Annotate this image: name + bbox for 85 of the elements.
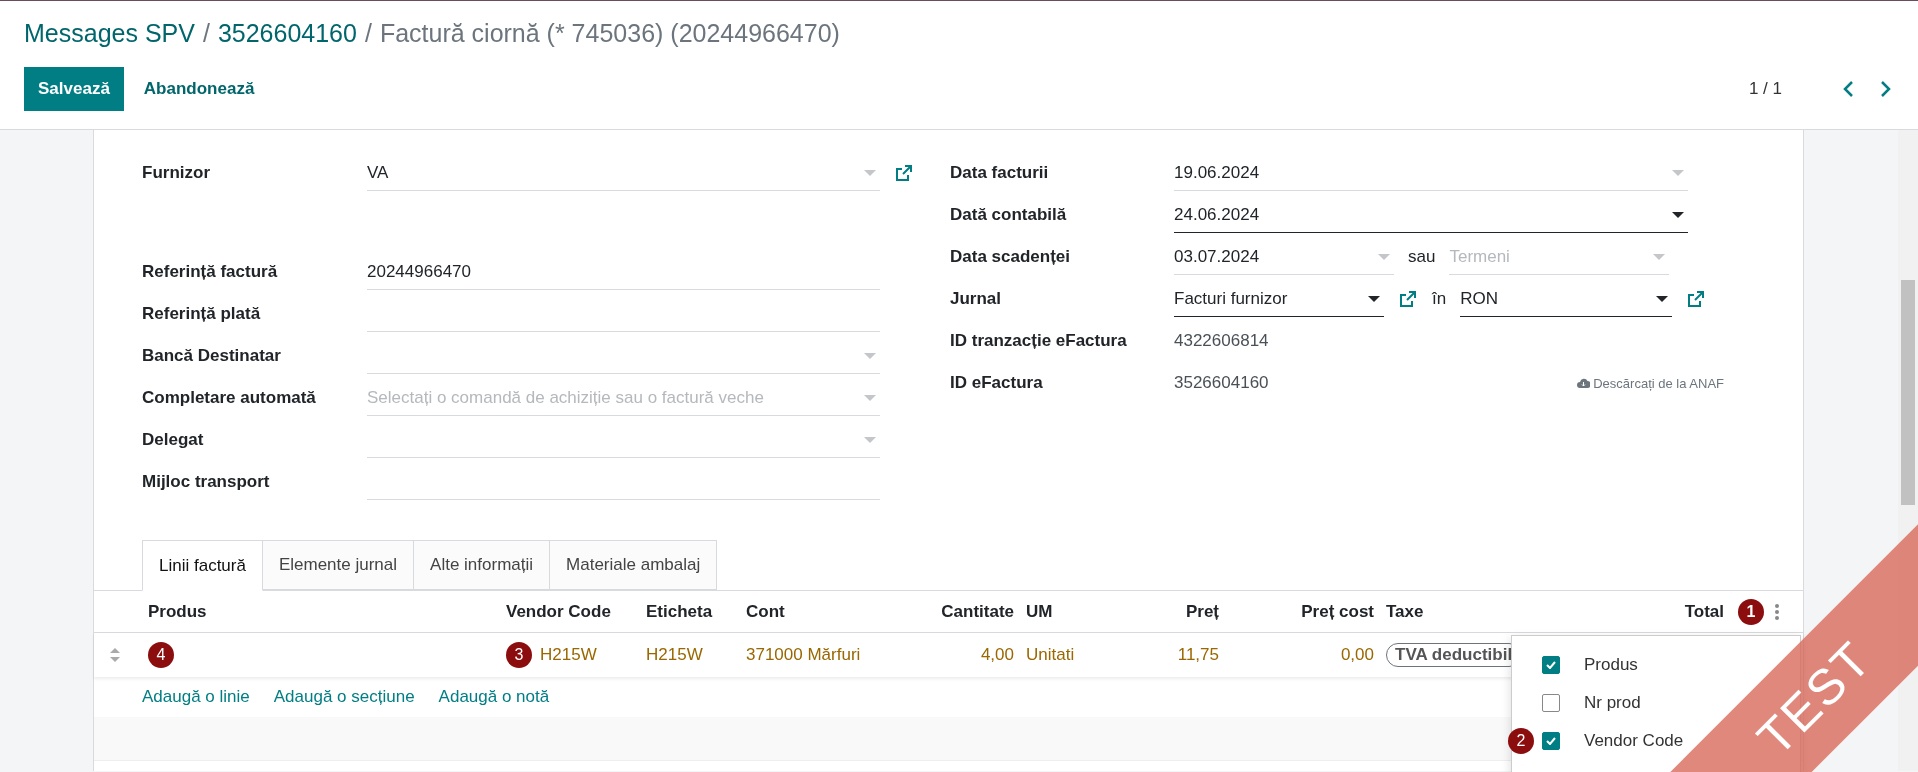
column-header[interactable]: Vendor Code xyxy=(500,601,640,622)
date-field[interactable]: 24.06.2024 xyxy=(1174,197,1688,233)
table-cell: 4,00 xyxy=(980,645,1014,665)
add-line-link[interactable]: Adaugă o notă xyxy=(438,687,550,707)
field-value: 4322606814 xyxy=(1174,331,1269,351)
discard-button[interactable]: Abandonează xyxy=(123,79,275,99)
checkbox[interactable] xyxy=(1542,694,1560,712)
external-link-icon[interactable] xyxy=(894,163,914,183)
dropdown-field[interactable]: VA xyxy=(367,155,880,191)
joiner-text: sau xyxy=(1408,247,1436,267)
save-button[interactable]: Salvează xyxy=(24,67,124,111)
caret-icon xyxy=(1368,294,1380,303)
checkbox[interactable] xyxy=(1542,656,1560,674)
field-label: Data facturii xyxy=(950,163,1050,183)
breadcrumb-separator: / xyxy=(202,19,210,48)
column-header[interactable]: Taxe xyxy=(1380,601,1590,622)
field-label: Delegat xyxy=(142,430,205,450)
external-link-icon[interactable] xyxy=(1686,289,1707,309)
caret-icon xyxy=(864,435,876,444)
column-header[interactable]: UM xyxy=(1020,601,1140,622)
table-cell: 11,75 xyxy=(1177,645,1219,665)
table-cell: Unitati xyxy=(1026,645,1075,665)
field-label: Bancă Destinatar xyxy=(142,346,282,366)
field-label: Dată contabilă xyxy=(950,205,1068,225)
breadcrumb-link[interactable]: Messages SPV xyxy=(24,19,195,48)
column-header[interactable]: Preț xyxy=(1140,601,1225,622)
more-options-icon[interactable] xyxy=(1774,602,1780,621)
caret-icon xyxy=(864,168,876,177)
column-header[interactable]: Cont xyxy=(740,601,900,622)
field-label: Referință plată xyxy=(142,304,262,324)
column-header[interactable]: Eticheta xyxy=(640,601,740,622)
menu-item-label[interactable]: Nr prod xyxy=(1584,693,1641,713)
field-label: Mijloc transport xyxy=(142,472,271,492)
input-field[interactable]: 20244966470 xyxy=(367,254,880,290)
checkmark-icon xyxy=(1546,661,1556,669)
page-title: Factură ciornă (* 745036) (20244966470) xyxy=(379,19,840,48)
table-cell: 371000 Mărfuri xyxy=(746,645,861,665)
joiner-text: în xyxy=(1432,289,1447,309)
cloud-download-icon xyxy=(1577,377,1591,389)
callout-badge: 1 xyxy=(1738,598,1764,625)
caret-icon xyxy=(1378,252,1390,261)
menu-item-label[interactable]: Produs xyxy=(1584,655,1638,675)
checkmark-icon xyxy=(1546,737,1556,745)
caret-icon xyxy=(1653,252,1666,261)
tab[interactable]: Materiale ambalaj xyxy=(549,540,718,590)
add-line-link[interactable]: Adaugă o linie xyxy=(142,687,250,707)
caret-icon xyxy=(1672,210,1684,219)
field-label: Furnizor xyxy=(142,163,211,183)
field-label: Completare automată xyxy=(142,388,317,408)
field-label: Referință factură xyxy=(142,262,279,282)
breadcrumb-link[interactable]: 3526604160 xyxy=(217,19,357,48)
caret-icon xyxy=(864,393,876,402)
caret-icon xyxy=(864,351,876,360)
table-cell: 0,00 xyxy=(1340,645,1374,665)
dropdown-field[interactable]: RON xyxy=(1460,281,1673,317)
tab[interactable]: Linii factură xyxy=(142,540,263,591)
download-link[interactable]: Descărcați de la ANAF xyxy=(1577,375,1724,391)
dropdown-field[interactable]: Facturi furnizor xyxy=(1174,281,1384,317)
callout-badge: 4 xyxy=(148,642,174,668)
table-cell: H215W xyxy=(540,645,597,665)
tab[interactable]: Alte informații xyxy=(413,540,551,590)
caret-icon xyxy=(1672,168,1684,177)
breadcrumb-separator: / xyxy=(364,19,372,48)
column-header[interactable]: Preț cost xyxy=(1225,601,1380,622)
date-field[interactable]: 19.06.2024 xyxy=(1174,155,1688,191)
external-link-icon[interactable] xyxy=(1398,289,1418,309)
field-label: Jurnal xyxy=(950,289,1003,309)
callout-badge: 2 xyxy=(1508,728,1534,754)
column-header[interactable]: Total xyxy=(1590,601,1730,622)
pager-counter: 1 / 1 xyxy=(1748,79,1782,99)
caret-icon xyxy=(1656,294,1669,303)
field-value: 3526604160 xyxy=(1174,373,1269,393)
date-field[interactable]: 03.07.2024 xyxy=(1174,239,1394,275)
menu-item-label[interactable]: Vendor Code xyxy=(1584,731,1684,751)
column-header[interactable]: Cantitate xyxy=(900,601,1020,622)
field-label: Data scadenței xyxy=(950,247,1071,267)
add-line-link[interactable]: Adaugă o secțiune xyxy=(273,687,415,707)
field-label: ID eFactura xyxy=(950,373,1044,393)
checkbox[interactable] xyxy=(1542,732,1560,750)
drag-handle-icon[interactable] xyxy=(109,646,121,664)
field-label: ID tranzacție eFactura xyxy=(950,331,1128,351)
column-header[interactable]: Produs xyxy=(142,601,500,622)
table-cell: H215W xyxy=(646,645,703,665)
callout-badge: 3 xyxy=(506,642,532,668)
tab[interactable]: Elemente jurnal xyxy=(261,540,415,590)
